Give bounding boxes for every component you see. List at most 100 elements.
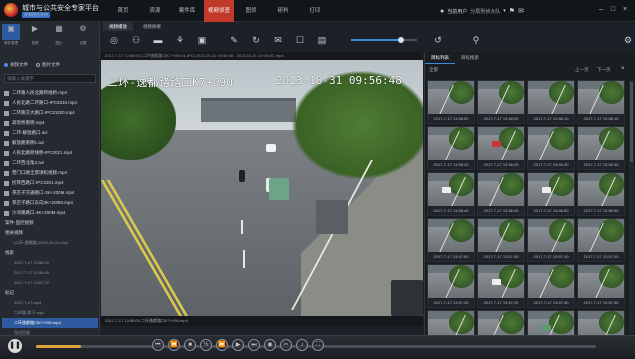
radio-image[interactable]: 图片文件 — [36, 62, 60, 68]
tree-item[interactable]: 二环路-桥下.mp4 — [2, 308, 98, 318]
close-icon[interactable]: × — [620, 5, 630, 15]
file-item[interactable]: 二环路交大路口-IPC01100.mp4 — [2, 108, 98, 118]
folder-icon[interactable]: ▣ — [2, 24, 20, 40]
stop-icon[interactable]: ■ — [184, 339, 196, 351]
tab-target-search[interactable]: 目标搜索 — [455, 52, 485, 64]
tree-group[interactable]: 线索 — [2, 248, 98, 258]
snapshot-icon[interactable]: ◉ — [264, 339, 276, 351]
thumbnail[interactable]: 2017-7-17 13:57:00 — [427, 218, 475, 262]
gear-icon[interactable]: ⚙ — [74, 24, 92, 40]
search-input[interactable]: 请输入关键字 — [4, 74, 96, 83]
video-frame[interactable]: 二环-逸都路路口K7+090 2013-10-31 09:56:48 — [101, 60, 423, 316]
crop-icon[interactable]: ☐ — [293, 33, 307, 47]
car-icon[interactable]: ▬ — [151, 33, 165, 47]
file-item[interactable]: 营门口路全景球机视频.mp4 — [2, 168, 98, 178]
target-icon[interactable]: ◎ — [107, 33, 121, 47]
user-name[interactable]: 当前用户 — [447, 8, 467, 15]
close-icon[interactable]: × — [621, 66, 625, 72]
thumbnail[interactable]: 2017-7-17 13:56:20 — [427, 126, 475, 170]
thumbnail[interactable]: 2017-7-17 13:57:10 — [527, 218, 575, 262]
speed-slider-handle[interactable] — [397, 37, 404, 43]
pencil-icon[interactable]: ✎ — [227, 33, 241, 47]
nav-tab[interactable]: 资源 — [140, 0, 170, 22]
user-org[interactable]: 分局刑侦大队 — [470, 8, 500, 15]
thumbnail[interactable]: 2017-7-17 13:56:00 — [427, 80, 475, 124]
tree-item[interactable]: 2017-7-17 13:56:45 — [2, 268, 98, 278]
next-page-button[interactable]: 下一页 — [597, 67, 611, 73]
thumbnail[interactable]: 2017-7-17 13:56:40 — [427, 172, 475, 216]
thumbnail[interactable]: 2017-7-17 13:57:05 — [477, 218, 525, 262]
tree-group[interactable]: 相关视频 — [2, 228, 98, 238]
user-icon[interactable]: ● — [440, 8, 444, 15]
tree-item[interactable]: 二环逸都路口K7+090.mp4 — [2, 318, 98, 328]
bike-icon[interactable]: ⚘ — [173, 33, 187, 47]
rewind-icon[interactable]: ⏪ — [168, 339, 180, 351]
radio-icon[interactable] — [4, 62, 8, 67]
file-item[interactable]: 抚琴西路口-IPC3301.mp4 — [2, 178, 98, 188]
file-item[interactable]: 沙湾路路口-3K+200M.mp4 — [2, 208, 98, 218]
tab-video-summary[interactable]: 视频摘要 — [137, 22, 167, 31]
file-item[interactable]: 人民北路二环路口-IPC5310.mp4 — [2, 98, 98, 108]
tab-target-list[interactable]: 目标列表 — [425, 52, 455, 64]
play-button[interactable]: ❚❚ — [8, 339, 22, 353]
next-icon[interactable]: ⏭ — [248, 339, 260, 351]
fullscreen-icon[interactable]: ⛶ — [312, 339, 324, 351]
tree-group[interactable]: 案件-监控视频 — [2, 218, 98, 228]
thumbnail[interactable]: 2017-7-17 13:56:35 — [577, 126, 625, 170]
refresh-icon[interactable]: ↺ — [431, 33, 445, 47]
tree-item[interactable]: [二环-逸都路] 2013-10-31.mp4 — [2, 238, 98, 248]
file-item[interactable]: 人民北路跨线桥-IPC0021.mp4 — [2, 148, 98, 158]
video-icon[interactable]: ▶ — [26, 24, 44, 40]
thumbnail[interactable]: 2017-7-17 13:57:35 — [577, 264, 625, 308]
clip-icon[interactable]: ✂ — [280, 339, 292, 351]
bell-icon[interactable]: ⚑ — [509, 7, 515, 15]
minimize-icon[interactable]: – — [596, 5, 606, 15]
layers-icon[interactable]: ▤ — [315, 33, 329, 47]
file-item[interactable]: 二环路人民北路跨线桥.mp4 — [2, 88, 98, 98]
tree-item[interactable]: 2017-7-17 13:56:00 — [2, 258, 98, 268]
volume-icon[interactable]: ♪ — [296, 339, 308, 351]
nav-tab[interactable]: 案件库 — [172, 0, 202, 22]
thumbnail[interactable]: 2017-7-17 13:56:05 — [477, 80, 525, 124]
thumbnail[interactable]: 2017-7-17 13:56:30 — [527, 126, 575, 170]
thumbnail[interactable]: 2017-7-17 13:57:30 — [527, 264, 575, 308]
slow-icon[interactable]: ½ — [200, 339, 212, 351]
thumbnail[interactable]: 2017-7-17 13:56:45 — [477, 172, 525, 216]
nav-tab[interactable]: 首页 — [108, 0, 138, 22]
prev-icon[interactable]: ⏮ — [152, 339, 164, 351]
person-icon[interactable]: ⚇ — [129, 33, 143, 47]
file-item[interactable]: 二环-解放路口.avi — [2, 128, 98, 138]
prev-page-button[interactable]: 上一页 — [575, 67, 589, 73]
file-item[interactable]: 高架桥南侧.mp4 — [2, 118, 98, 128]
step-icon[interactable]: ▶ — [232, 339, 244, 351]
tree-item[interactable]: 2017-7-17.mp4 — [2, 298, 98, 308]
file-item[interactable]: 解放路南侧1.avi — [2, 138, 98, 148]
radio-icon[interactable] — [36, 62, 40, 67]
thumbnail[interactable]: 2017-7-17 13:56:50 — [527, 172, 575, 216]
maximize-icon[interactable]: □ — [608, 5, 618, 15]
search-icon[interactable]: ⚲ — [469, 33, 483, 47]
image-icon[interactable]: ▦ — [50, 24, 68, 40]
user-area[interactable]: ● 当前用户 分局刑侦大队 ▾ ⚑ ✉ — [440, 4, 524, 18]
chat-icon[interactable]: ✉ — [271, 33, 285, 47]
nav-tab[interactable]: 视频侦查 — [204, 0, 234, 22]
fast-icon[interactable]: ⏩ — [216, 339, 228, 351]
thumbnail[interactable]: 2017-7-17 13:57:20 — [427, 264, 475, 308]
scrollbar-thumb[interactable] — [630, 82, 633, 162]
gear-icon[interactable]: ⚙ — [621, 33, 635, 47]
radio-video[interactable]: 视频文件 — [4, 62, 28, 68]
tab-video-play[interactable]: 视频播放 — [103, 22, 133, 31]
thumbnail[interactable]: 2017-7-17 13:56:55 — [577, 172, 625, 216]
file-item[interactable]: 茶店子路口东向3K+200M.mp4 — [2, 198, 98, 208]
message-icon[interactable]: ✉ — [518, 7, 524, 15]
file-item[interactable]: 二环西北角3.avi — [2, 158, 98, 168]
nav-tab[interactable]: 打印 — [300, 0, 330, 22]
tree-item[interactable]: 2017-7-17 13:57:22 — [2, 278, 98, 288]
tree-group[interactable]: 标记 — [2, 288, 98, 298]
thumbnail[interactable]: 2017-7-17 13:56:15 — [577, 80, 625, 124]
thumbnail[interactable]: 2017-7-17 13:56:25 — [477, 126, 525, 170]
thumbnail[interactable]: 2017-7-17 13:57:15 — [577, 218, 625, 262]
nav-tab[interactable]: 研判 — [268, 0, 298, 22]
file-item[interactable]: 茶店子交通路口-3K+200M.mp4 — [2, 188, 98, 198]
chevron-down-icon[interactable]: ▾ — [503, 8, 506, 14]
